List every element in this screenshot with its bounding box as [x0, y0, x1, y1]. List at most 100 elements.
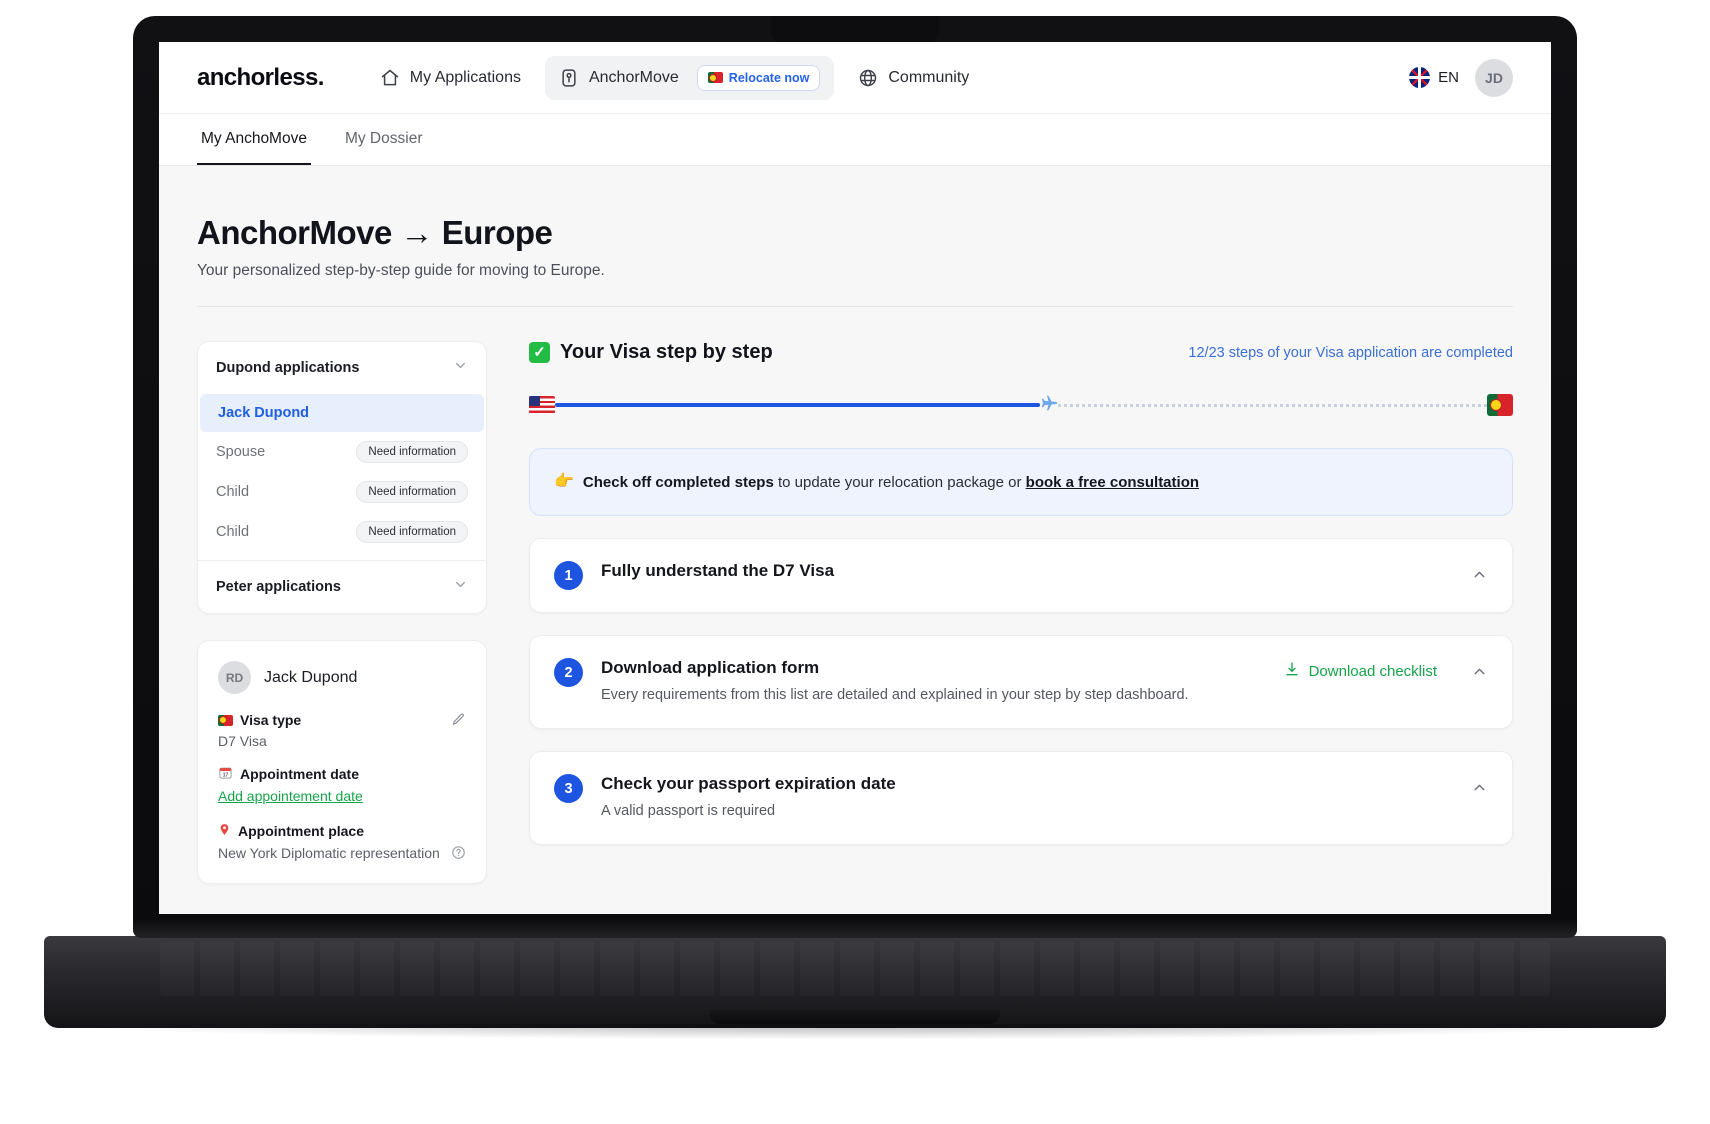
main-nav: My Applications AnchorMove Relocate now — [366, 55, 983, 100]
nav-community[interactable]: Community — [844, 59, 983, 97]
usa-flag-icon — [529, 396, 555, 414]
relocate-now-badge[interactable]: Relocate now — [696, 64, 821, 91]
portugal-flag-icon — [218, 714, 233, 726]
header-right: EN JD — [1409, 58, 1513, 97]
field-visa-type: Visa type D7 Visa — [218, 712, 466, 749]
nav-label: My Applications — [409, 68, 521, 86]
step-description: Every requirements from this list are de… — [601, 687, 1189, 704]
applications-card: Dupond applications Jack Dupond Spouse N… — [197, 341, 487, 614]
nav-label: AnchorMove — [588, 68, 679, 86]
application-row-spouse[interactable]: Spouse Need information — [198, 432, 486, 472]
application-label: Jack Dupond — [218, 405, 310, 421]
visa-heading: ✓ Your Visa step by step — [529, 341, 773, 364]
status-badge[interactable]: Need information — [356, 481, 468, 503]
accordion-title: Dupond applications — [216, 360, 360, 376]
accordion-title: Peter applications — [216, 579, 341, 595]
visa-header: ✓ Your Visa step by step 12/23 steps of … — [529, 341, 1513, 364]
accordion-dupond-applications[interactable]: Dupond applications — [198, 342, 486, 394]
step-number: 1 — [554, 561, 583, 591]
progress-completed-segment — [555, 403, 1040, 407]
step-title: Fully understand the D7 Visa — [601, 561, 835, 581]
right-column: ✓ Your Visa step by step 12/23 steps of … — [529, 341, 1513, 884]
application-row-child-2[interactable]: Child Need information — [198, 512, 486, 552]
tab-bar: My AnchoMove My Dossier — [159, 114, 1551, 166]
nav-label: Community — [888, 68, 970, 86]
application-row-child-1[interactable]: Child Need information — [198, 472, 486, 512]
relocate-now-label: Relocate now — [728, 70, 810, 85]
profile-header: RD Jack Dupond — [218, 661, 466, 694]
add-appointment-date-link[interactable]: Add appointement date — [218, 788, 363, 804]
step-number: 2 — [554, 658, 583, 688]
field-label: Visa type — [218, 712, 466, 728]
uk-flag-icon — [1409, 67, 1431, 88]
chevron-down-icon — [453, 577, 468, 597]
step-content: Check your passport expiration date A va… — [601, 774, 1453, 822]
map-pin-icon — [218, 822, 231, 840]
id-card-icon — [559, 68, 579, 88]
portugal-flag-icon — [1487, 394, 1513, 416]
tab-my-dossier[interactable]: My Dossier — [341, 114, 427, 165]
airplane-icon — [1040, 392, 1058, 419]
nav-my-applications[interactable]: My Applications — [366, 59, 535, 97]
page-subtitle: Your personalized step-by-step guide for… — [197, 262, 605, 279]
visa-heading-text: Your Visa step by step — [560, 341, 773, 363]
avatar[interactable]: JD — [1475, 58, 1513, 97]
step-title: Download application form — [601, 658, 820, 678]
notice-text: Check off completed steps to update your… — [583, 472, 1199, 493]
accordion-peter-applications[interactable]: Peter applications — [198, 561, 486, 613]
chevron-up-icon[interactable] — [1455, 658, 1488, 685]
profile-name: Jack Dupond — [264, 668, 358, 686]
field-label-text: Appointment place — [238, 823, 365, 839]
step-number: 3 — [554, 774, 583, 804]
field-label: Appointment place — [218, 822, 466, 840]
chevron-up-icon[interactable] — [1471, 774, 1488, 801]
status-badge[interactable]: Need information — [356, 441, 468, 463]
field-label-text: Visa type — [240, 712, 302, 728]
notice-bold: Check off completed steps — [582, 473, 774, 491]
field-label-text: Appointment date — [240, 766, 359, 782]
progress-track — [555, 395, 1487, 415]
globe-icon — [858, 68, 878, 88]
status-badge[interactable]: Need information — [356, 521, 468, 543]
chevron-down-icon — [453, 358, 468, 378]
page-body: AnchorMove → Europe Your personalized st… — [159, 166, 1551, 914]
tab-my-anchomove[interactable]: My AnchoMove — [197, 114, 311, 165]
field-appointment-place: Appointment place New York Diplomatic re… — [218, 822, 466, 861]
laptop-camera-notch — [771, 16, 939, 42]
step-card-1[interactable]: 1 Fully understand the D7 Visa — [529, 538, 1513, 614]
laptop-screen: anchorless. My Applications AnchorMove R… — [159, 42, 1551, 914]
steps-completed-text: 12/23 steps of your Visa application are… — [1188, 344, 1513, 361]
chevron-up-icon[interactable] — [1471, 561, 1488, 588]
home-icon — [380, 68, 400, 88]
progress-bar — [529, 392, 1513, 418]
progress-remaining-segment — [1057, 403, 1487, 407]
step-content: Download application form Every requirem… — [601, 658, 1266, 706]
application-row-jack-dupond[interactable]: Jack Dupond — [200, 394, 484, 432]
field-label: 17 Appointment date — [218, 765, 466, 783]
step-description: A valid passport is required — [601, 803, 776, 820]
brand-logo[interactable]: anchorless. — [197, 64, 324, 92]
profile-card: RD Jack Dupond Visa type D7 Visa 17 Appo… — [197, 640, 487, 884]
app-header: anchorless. My Applications AnchorMove R… — [159, 42, 1551, 114]
download-checklist-button[interactable]: Download checklist — [1284, 661, 1437, 681]
application-label: Spouse — [216, 444, 266, 460]
notice-banner: 👉 Check off completed steps to update yo… — [529, 448, 1513, 517]
notice-middle: to update your relocation package or — [773, 473, 1026, 491]
nav-anchormove[interactable]: AnchorMove Relocate now — [544, 55, 835, 100]
application-label: Child — [216, 484, 250, 500]
step-card-2[interactable]: 2 Download application form Every requir… — [529, 635, 1513, 730]
book-consultation-link[interactable]: book a free consultation — [1026, 474, 1199, 491]
laptop-hinge — [133, 920, 1577, 938]
svg-text:17: 17 — [223, 772, 229, 778]
application-label: Child — [216, 524, 250, 540]
calendar-icon: 17 — [218, 765, 233, 783]
step-card-3[interactable]: 3 Check your passport expiration date A … — [529, 751, 1513, 846]
screenshot-root: anchorless. My Applications AnchorMove R… — [0, 0, 1710, 1124]
language-selector[interactable]: EN — [1409, 67, 1459, 88]
left-column: Dupond applications Jack Dupond Spouse N… — [197, 341, 487, 884]
pointing-hand-icon: 👉 — [554, 473, 574, 490]
laptop-keyboard — [160, 942, 1550, 996]
download-icon — [1284, 661, 1300, 681]
field-appointment-date: 17 Appointment date Add appointement dat… — [218, 765, 466, 806]
download-checklist-label: Download checklist — [1308, 662, 1437, 680]
